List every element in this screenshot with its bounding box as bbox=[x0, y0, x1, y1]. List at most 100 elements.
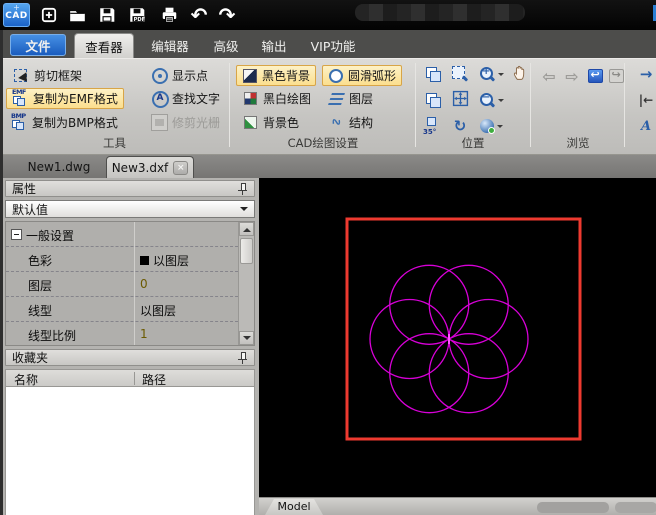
section-label: 一般设置 bbox=[26, 229, 75, 243]
favorites-title: 收藏夹 bbox=[12, 351, 49, 365]
copy-view-button[interactable] bbox=[421, 89, 445, 111]
ribbon-separator bbox=[530, 63, 531, 147]
column-name[interactable]: 名称 bbox=[14, 371, 38, 388]
triangle-down-icon bbox=[242, 335, 251, 344]
chevron-down-icon bbox=[497, 73, 504, 79]
redo-icon: ↷ bbox=[218, 3, 236, 27]
doc-tab-new1[interactable]: New1.dwg bbox=[16, 160, 102, 174]
property-row-color[interactable]: 色彩 以图层 bbox=[6, 247, 238, 272]
structure-button[interactable]: ∿ 结构 bbox=[323, 112, 378, 133]
favorites-list[interactable] bbox=[5, 387, 255, 515]
right-arrow-icon: → bbox=[639, 65, 653, 83]
property-row-layer[interactable]: 图层 0 bbox=[6, 272, 238, 297]
collapse-icon[interactable] bbox=[11, 229, 22, 240]
copy-emf-button[interactable]: EMF 复制为EMF格式 bbox=[6, 88, 124, 109]
measure-distance-button[interactable]: |← bbox=[634, 89, 656, 111]
measure-text-button[interactable]: A bbox=[634, 115, 656, 137]
window-title-redacted bbox=[355, 4, 525, 21]
copy-emf-icon: EMF bbox=[12, 88, 29, 107]
find-text-button[interactable]: 查找文字 bbox=[146, 88, 225, 109]
save-button[interactable] bbox=[94, 3, 120, 27]
pin-icon[interactable] bbox=[237, 182, 248, 195]
zoom-out-button[interactable]: − bbox=[475, 89, 507, 111]
refresh-view-button[interactable]: ↻ bbox=[448, 115, 472, 137]
group-label-cad-settings: CAD绘图设置 bbox=[287, 136, 359, 150]
rotate-pages-icon bbox=[425, 66, 442, 83]
ribbon-separator bbox=[229, 63, 230, 147]
tab-editor[interactable]: 编辑器 bbox=[142, 34, 198, 56]
rotate-35-button[interactable]: 35° bbox=[421, 115, 445, 137]
print-icon bbox=[160, 6, 179, 24]
undo-icon: ↶ bbox=[190, 3, 208, 27]
browse-back-button[interactable]: ⇦ bbox=[537, 65, 561, 87]
save-as-pdf-button[interactable]: PDF bbox=[124, 3, 150, 27]
copy-pages-icon bbox=[425, 92, 442, 109]
section-row-general[interactable]: 一般设置 bbox=[6, 222, 238, 247]
tab-advanced[interactable]: 高级 bbox=[204, 34, 248, 56]
redo-button[interactable]: ↷ bbox=[214, 3, 240, 27]
trim-raster-button[interactable]: 修剪光栅 bbox=[146, 112, 225, 133]
center-mark bbox=[448, 334, 450, 344]
refresh-icon: ↻ bbox=[453, 117, 467, 135]
new-file-button[interactable] bbox=[36, 3, 62, 27]
column-path[interactable]: 路径 bbox=[142, 371, 166, 388]
black-background-button[interactable]: 黑色背景 bbox=[236, 65, 317, 86]
tab-vip[interactable]: VIP功能 bbox=[300, 34, 366, 56]
window-frame bbox=[0, 30, 3, 515]
svg-text:PDF: PDF bbox=[134, 17, 146, 23]
show-points-icon bbox=[151, 67, 168, 84]
property-row-linetype[interactable]: 线型 以图层 bbox=[6, 297, 238, 322]
undo-button[interactable]: ↶ bbox=[186, 3, 212, 27]
smooth-arc-icon bbox=[329, 68, 343, 83]
bw-drawing-button[interactable]: 黑白绘图 bbox=[237, 88, 316, 109]
scroll-up-button[interactable] bbox=[239, 222, 254, 236]
ribbon-separator bbox=[624, 63, 625, 147]
background-color-button[interactable]: 背景色 bbox=[237, 112, 304, 133]
show-points-button[interactable]: 显示点 bbox=[146, 65, 213, 86]
background-color-icon bbox=[244, 116, 257, 129]
properties-panel-header[interactable]: 属性 bbox=[5, 180, 255, 197]
zoom-window-button[interactable] bbox=[448, 63, 472, 85]
tab-viewer[interactable]: 查看器 bbox=[74, 33, 134, 58]
scrollbar[interactable] bbox=[238, 222, 254, 345]
scroll-blob bbox=[537, 502, 609, 513]
drawing-canvas[interactable] bbox=[259, 178, 656, 497]
pan-hand-icon bbox=[512, 64, 529, 85]
copy-bmp-icon: BMP bbox=[11, 112, 28, 131]
print-button[interactable] bbox=[156, 3, 182, 27]
layers-button[interactable]: 图层 bbox=[323, 88, 378, 109]
group-label-position: 位置 bbox=[461, 136, 485, 150]
pin-icon[interactable] bbox=[237, 351, 248, 364]
tab-file[interactable]: 文件 bbox=[10, 34, 66, 56]
black-background-icon bbox=[243, 68, 257, 83]
scrollbar-thumb[interactable] bbox=[240, 238, 253, 264]
zoom-3d-button[interactable] bbox=[475, 115, 507, 137]
tab-output[interactable]: 输出 bbox=[252, 34, 296, 56]
scroll-blob bbox=[615, 502, 656, 513]
close-tab-icon[interactable]: × bbox=[173, 160, 189, 175]
zoom-in-button[interactable]: + bbox=[475, 63, 507, 85]
app-logo[interactable]: + CAD bbox=[3, 3, 30, 27]
property-row-linetype-scale[interactable]: 线型比例 1 bbox=[6, 322, 238, 347]
measure-arrow-button[interactable]: → bbox=[634, 63, 656, 85]
smooth-arc-button[interactable]: 圆滑弧形 bbox=[322, 65, 403, 86]
open-folder-icon bbox=[68, 6, 87, 24]
scroll-down-button[interactable] bbox=[239, 331, 254, 345]
rotate-35-icon: 35° bbox=[423, 117, 443, 136]
browse-forward-button[interactable]: ⇨ bbox=[560, 65, 584, 87]
zoom-in-icon: + bbox=[479, 66, 496, 83]
fit-extents-button[interactable] bbox=[448, 89, 472, 111]
zoom-window-icon bbox=[451, 65, 469, 83]
ribbon: 剪切框架 EMF 复制为EMF格式 BMP 复制为BMP格式 显示点 查找文字 … bbox=[0, 58, 656, 155]
copy-bmp-button[interactable]: BMP 复制为BMP格式 bbox=[6, 112, 123, 133]
model-tab[interactable]: Model bbox=[265, 499, 323, 515]
fit-extents-icon bbox=[452, 90, 469, 111]
preset-dropdown[interactable]: 默认值 bbox=[5, 200, 255, 218]
doc-tab-new3[interactable]: New3.dxf × bbox=[106, 156, 194, 178]
cut-frame-button[interactable]: 剪切框架 bbox=[8, 65, 87, 86]
open-file-button[interactable] bbox=[64, 3, 90, 27]
pan-button[interactable] bbox=[508, 63, 532, 85]
favorites-panel-header[interactable]: 收藏夹 bbox=[5, 349, 255, 366]
rotate-view-button[interactable] bbox=[421, 63, 445, 85]
bar-arrow-icon: |← bbox=[638, 93, 654, 107]
